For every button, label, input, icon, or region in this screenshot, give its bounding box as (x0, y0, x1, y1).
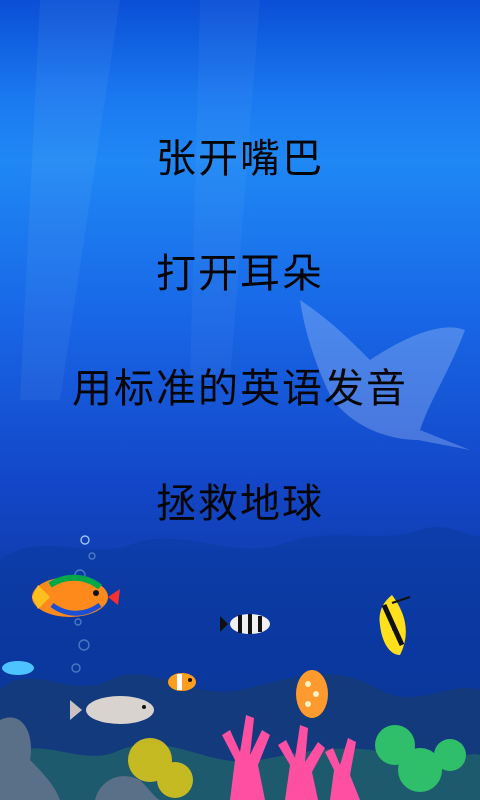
main-menu: 张开嘴巴 打开耳朵 用标准的英语发音 拯救地球 (0, 0, 480, 800)
menu-item-open-mouth[interactable]: 张开嘴巴 (0, 135, 480, 183)
menu-item-open-ears[interactable]: 打开耳朵 (0, 250, 480, 298)
menu-item-save-earth[interactable]: 拯救地球 (0, 480, 480, 528)
menu-item-standard-pronunciation[interactable]: 用标准的英语发音 (0, 365, 480, 413)
